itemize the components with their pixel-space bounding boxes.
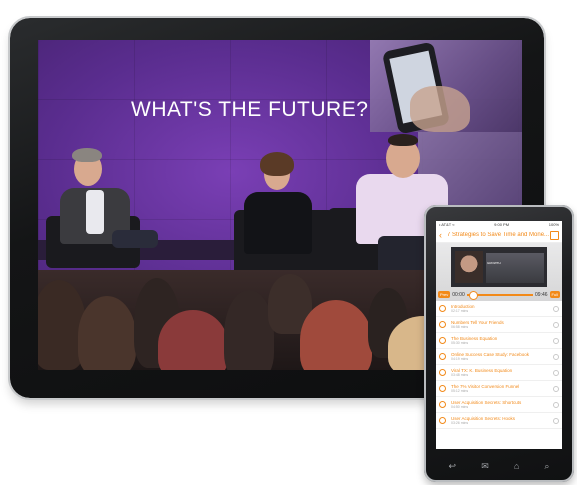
lesson-play-icon xyxy=(439,401,446,408)
mail-icon[interactable]: ✉ xyxy=(481,461,489,472)
course-title: 7 Strategies to Save Time and Mone... xyxy=(447,232,550,238)
phone-device: • AT&T ≈ 9:00 PM 100% ‹ 7 Strategies to … xyxy=(424,205,574,482)
lesson-text: The Business Equation 05:30 mins xyxy=(451,336,553,345)
download-icon[interactable] xyxy=(553,369,559,376)
video-player[interactable]: GROWTH Prev 00:00 09:46 Full xyxy=(436,243,562,301)
lesson-duration: 04:19 mins xyxy=(451,357,469,361)
elapsed-time: 00:00 xyxy=(452,291,465,298)
lesson-duration: 05:12 mins xyxy=(451,389,469,393)
hardware-keys: ↩ ✉ ⌂ ⌕ xyxy=(436,459,562,473)
list-item[interactable]: Online Success Case Study: Facebook 04:1… xyxy=(436,349,562,365)
download-icon[interactable] xyxy=(553,385,559,392)
lesson-duration: 03:48 mins xyxy=(451,373,469,377)
list-item[interactable]: Introduction 02:17 mins xyxy=(436,301,562,317)
lesson-text: Introduction 02:17 mins xyxy=(451,304,553,313)
lesson-list: Introduction 02:17 mins Numbers Tell You… xyxy=(436,301,562,429)
lesson-duration: 05:30 mins xyxy=(451,341,469,345)
lesson-play-icon xyxy=(439,337,446,344)
fullscreen-button[interactable]: Full xyxy=(549,291,560,298)
lesson-play-icon xyxy=(439,321,446,328)
lesson-play-icon xyxy=(439,369,446,376)
download-icon[interactable] xyxy=(553,337,559,344)
list-item[interactable]: Viral TX: K. Business Equation 03:48 min… xyxy=(436,365,562,381)
clock-label: 9:00 PM xyxy=(494,222,510,227)
scrub-bar[interactable] xyxy=(466,290,534,300)
lesson-text: User Acquisition Secrets: Hooks 03:26 mi… xyxy=(451,416,553,425)
remaining-time: 09:46 xyxy=(535,291,548,298)
carrier-label: • AT&T ≈ xyxy=(439,222,455,227)
video-frame[interactable]: GROWTH xyxy=(451,247,547,287)
lesson-play-icon xyxy=(439,305,446,312)
nav-bar: ‹ 7 Strategies to Save Time and Mone... xyxy=(436,228,562,243)
lesson-play-icon xyxy=(439,417,446,424)
lesson-duration: 06:58 mins xyxy=(451,325,469,329)
list-item[interactable]: Numbers Tell Your Friends 06:58 mins xyxy=(436,317,562,333)
lesson-text: Numbers Tell Your Friends 06:58 mins xyxy=(451,320,553,329)
presenter-image xyxy=(455,251,483,283)
share-icon[interactable] xyxy=(550,230,559,240)
video-caption: GROWTH xyxy=(487,261,501,265)
download-icon[interactable] xyxy=(553,401,559,408)
download-icon[interactable] xyxy=(553,321,559,328)
audience-image xyxy=(486,253,544,283)
home-icon[interactable]: ⌂ xyxy=(514,461,519,471)
video-controls: Prev 00:00 09:46 Full xyxy=(436,290,562,300)
phone-screen: • AT&T ≈ 9:00 PM 100% ‹ 7 Strategies to … xyxy=(436,221,562,449)
list-item[interactable]: The 7% Visitor Conversion Funnel 05:12 m… xyxy=(436,381,562,397)
list-item[interactable]: User Acquisition Secrets: Shortcuts 04:5… xyxy=(436,397,562,413)
chevron-left-icon[interactable]: ‹ xyxy=(439,230,447,240)
list-item[interactable]: The Business Equation 05:30 mins xyxy=(436,333,562,349)
lesson-play-icon xyxy=(439,385,446,392)
lesson-duration: 04:50 mins xyxy=(451,405,469,409)
lesson-text: The 7% Visitor Conversion Funnel 05:12 m… xyxy=(451,384,553,393)
back-icon[interactable]: ↩ xyxy=(449,461,457,472)
backdrop-hand-image xyxy=(410,86,470,132)
list-item[interactable]: User Acquisition Secrets: Hooks 03:26 mi… xyxy=(436,413,562,429)
battery-label: 100% xyxy=(548,222,559,227)
lesson-play-icon xyxy=(439,353,446,360)
slide-headline: WHAT'S THE FUTURE? xyxy=(131,98,369,121)
prev-button[interactable]: Prev xyxy=(438,291,451,298)
lesson-duration: 02:17 mins xyxy=(451,309,469,313)
lesson-text: Online Success Case Study: Facebook 04:1… xyxy=(451,352,553,361)
download-icon[interactable] xyxy=(553,417,559,424)
lesson-duration: 03:26 mins xyxy=(451,421,469,425)
download-icon[interactable] xyxy=(553,353,559,360)
lesson-text: Viral TX: K. Business Equation 03:48 min… xyxy=(451,368,553,377)
lesson-text: User Acquisition Secrets: Shortcuts 04:5… xyxy=(451,400,553,409)
download-icon[interactable] xyxy=(553,305,559,312)
search-icon[interactable]: ⌕ xyxy=(544,461,549,472)
status-bar: • AT&T ≈ 9:00 PM 100% xyxy=(436,221,562,228)
